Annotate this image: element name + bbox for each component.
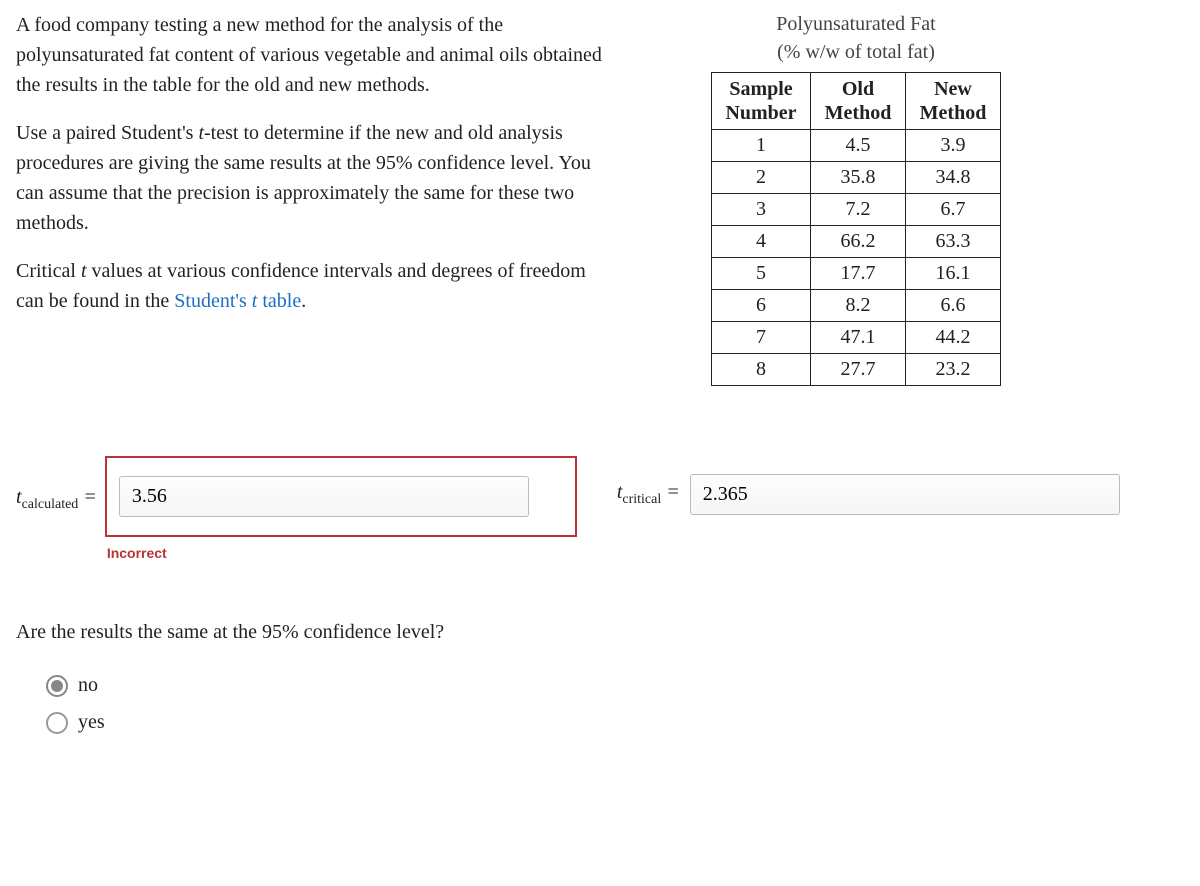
problem-para-1: A food company testing a new method for … [16,10,616,100]
table-cell: 4.5 [811,130,906,162]
t-calc-eq: = [78,486,97,508]
table-cell: 23.2 [906,354,1001,386]
table-cell: 27.7 [811,354,906,386]
table-title-2: (% w/w of total fat) [777,41,935,63]
table-cell: 7.2 [811,194,906,226]
t-crit-eq: = [661,481,680,503]
table-row: 517.716.1 [712,258,1001,290]
col-sample: Sample Number [712,73,811,130]
t-crit-sub: critical [622,492,661,507]
table-cell: 17.7 [811,258,906,290]
table-cell: 8.2 [811,290,906,322]
table-row: 68.26.6 [712,290,1001,322]
col-new: New Method [906,73,1001,130]
radio-label-yes: yes [78,711,105,734]
para3-c: . [301,290,306,312]
para2-a: Use a paired Student's [16,122,198,144]
link-prefix: Student's [174,290,252,312]
table-cell: 16.1 [906,258,1001,290]
radio-option-no[interactable]: no [46,674,1184,697]
table-cell: 35.8 [811,162,906,194]
t-critical-label: tcritical = [617,481,680,508]
table-cell: 2 [712,162,811,194]
t-calculated-input[interactable] [119,476,529,517]
radio-label-no: no [78,674,98,697]
table-cell: 7 [712,322,811,354]
table-title-1: Polyunsaturated Fat [776,13,935,35]
problem-para-2: Use a paired Student's t-test to determi… [16,118,616,238]
radio-icon [46,675,68,697]
table-cell: 5 [712,258,811,290]
table-row: 37.26.7 [712,194,1001,226]
table-cell: 47.1 [811,322,906,354]
problem-para-3: Critical t values at various confidence … [16,256,616,316]
table-cell: 66.2 [811,226,906,258]
table-cell: 6 [712,290,811,322]
t-calc-sub: calculated [22,497,79,512]
table-cell: 6.7 [906,194,1001,226]
table-cell: 4 [712,226,811,258]
table-row: 235.834.8 [712,162,1001,194]
table-cell: 6.6 [906,290,1001,322]
t-calculated-input-wrap [105,456,577,537]
table-row: 466.263.3 [712,226,1001,258]
t-calculated-label: tcalculated = [16,486,97,508]
t-calculated-feedback: Incorrect [107,545,577,561]
para3-a: Critical [16,260,81,282]
table-cell: 1 [712,130,811,162]
col-old: Old Method [811,73,906,130]
radio-option-yes[interactable]: yes [46,711,1184,734]
table-cell: 44.2 [906,322,1001,354]
table-cell: 3.9 [906,130,1001,162]
table-cell: 8 [712,354,811,386]
confidence-question: Are the results the same at the 95% conf… [16,621,1184,644]
table-title: Polyunsaturated Fat (% w/w of total fat) [696,10,1016,66]
data-table: Sample Number Old Method New Method 14.5… [711,72,1001,386]
table-row: 747.144.2 [712,322,1001,354]
table-cell: 34.8 [906,162,1001,194]
link-suffix: table [257,290,301,312]
table-row: 827.723.2 [712,354,1001,386]
table-cell: 3 [712,194,811,226]
t-critical-input[interactable] [690,474,1120,515]
radio-icon [46,712,68,734]
table-row: 14.53.9 [712,130,1001,162]
table-cell: 63.3 [906,226,1001,258]
student-t-table-link[interactable]: Student's t table [174,290,301,312]
